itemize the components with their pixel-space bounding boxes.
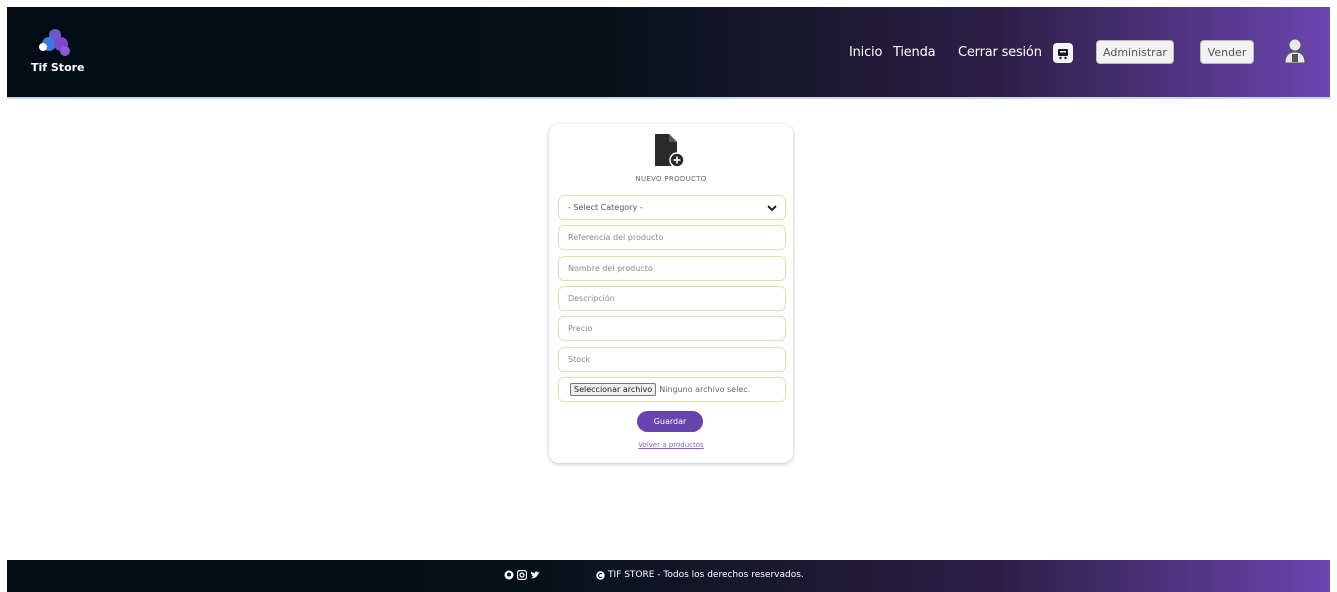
copyright-text: TIF STORE - Todos los derechos reservado… [608, 570, 804, 580]
nav-link-cerrar-sesion[interactable]: Cerrar sesión [958, 45, 1042, 60]
description-input[interactable]: Descripción [558, 286, 786, 311]
copyright: TIF STORE - Todos los derechos reservado… [596, 570, 804, 580]
category-select[interactable]: - Select Category - [558, 195, 786, 220]
cart-icon [1058, 49, 1068, 60]
instagram-icon[interactable] [517, 570, 527, 580]
file-add-icon [655, 134, 685, 168]
category-select-value: - Select Category - [568, 203, 643, 212]
administrar-button[interactable]: Administrar [1096, 40, 1174, 64]
nav-link-tienda[interactable]: Tienda [893, 45, 936, 60]
file-input: Seleccionar archivo Ninguno archivo sele… [558, 377, 786, 402]
product-name-input[interactable]: Nombre del producto [558, 256, 786, 281]
brand[interactable]: Tif Store [29, 27, 89, 77]
reference-input[interactable]: Referencia del producto [558, 225, 786, 250]
cart-button[interactable] [1053, 43, 1073, 63]
save-button[interactable]: Guardar [637, 411, 703, 432]
stock-input[interactable]: Stock [558, 347, 786, 372]
nav-link-inicio[interactable]: Inicio [849, 45, 882, 60]
footer: TIF STORE - Todos los derechos reservado… [7, 560, 1330, 592]
price-input[interactable]: Precio [558, 316, 786, 341]
social-links [504, 570, 540, 580]
back-to-products-link[interactable]: Volver a productos [549, 441, 793, 449]
new-product-card: NUEVO PRODUCTO - Select Category - Refer… [549, 124, 793, 463]
github-icon[interactable] [504, 570, 514, 580]
select-file-button[interactable]: Seleccionar archivo [570, 383, 657, 396]
form-title: NUEVO PRODUCTO [635, 175, 707, 183]
vender-button[interactable]: Vender [1200, 40, 1254, 64]
copyright-icon [596, 570, 605, 580]
brand-name: Tif Store [31, 61, 85, 74]
logo-icon [39, 29, 70, 56]
file-status: Ninguno archivo selec. [659, 385, 751, 394]
chevron-down-icon [767, 204, 777, 211]
twitter-icon[interactable] [530, 570, 540, 580]
navbar: Tif Store Inicio Tienda Cerrar sesión Ad… [7, 7, 1330, 99]
user-icon[interactable] [1283, 37, 1307, 65]
